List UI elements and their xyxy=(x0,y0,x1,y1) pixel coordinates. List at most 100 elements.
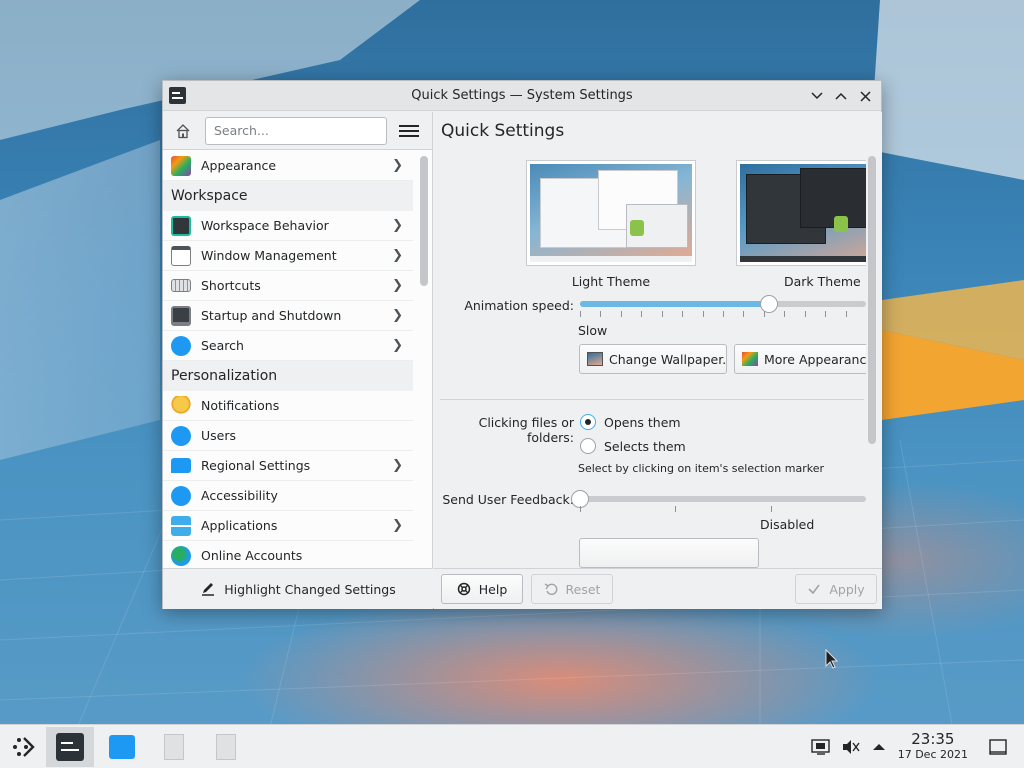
sidebar-item-applications[interactable]: Applications ❯ xyxy=(163,511,413,541)
sidebar-item-label: Workspace Behavior xyxy=(201,218,329,233)
home-icon xyxy=(176,123,190,138)
slider-tick xyxy=(620,311,622,317)
chevron-right-icon: ❯ xyxy=(392,278,403,293)
minimize-button[interactable] xyxy=(807,86,827,106)
tray-screen-icon[interactable] xyxy=(811,737,831,757)
sidebar-item-label: Accessibility xyxy=(201,488,278,503)
workspace-behavior-icon xyxy=(171,215,191,236)
sidebar-item-notifications[interactable]: Notifications xyxy=(163,391,413,421)
sidebar-category-personalization: Personalization xyxy=(163,361,413,391)
applications-grid-icon xyxy=(171,515,191,536)
show-desktop-button[interactable] xyxy=(988,737,1008,757)
chevron-up-icon xyxy=(873,744,885,750)
sidebar-item-label: Shortcuts xyxy=(201,278,261,293)
sidebar-scrollbar[interactable] xyxy=(420,156,428,286)
apply-button[interactable]: Apply xyxy=(795,574,877,604)
sidebar-item-users[interactable]: Users xyxy=(163,421,413,451)
slider-tick xyxy=(804,311,806,317)
accessibility-icon xyxy=(171,485,191,506)
shopping-bag-icon xyxy=(109,735,135,759)
close-button[interactable] xyxy=(855,86,875,106)
content-scrollbar[interactable] xyxy=(868,156,876,444)
slider-tick xyxy=(763,311,765,317)
show-desktop-icon xyxy=(989,739,1007,755)
window-management-icon xyxy=(171,245,191,266)
sidebar-category-workspace: Workspace xyxy=(163,181,413,211)
chevron-right-icon: ❯ xyxy=(392,248,403,263)
taskbar-system-settings[interactable] xyxy=(46,727,94,767)
sidebar-item-shortcuts[interactable]: Shortcuts ❯ xyxy=(163,271,413,301)
light-theme-card[interactable]: Light Theme xyxy=(526,160,696,289)
selects-them-label[interactable]: Selects them xyxy=(604,439,686,454)
hamburger-menu-button[interactable] xyxy=(399,121,419,141)
user-feedback-label: Send User Feedback: xyxy=(442,492,574,507)
tray-expand-button[interactable] xyxy=(869,737,889,757)
reset-button[interactable]: Reset xyxy=(531,574,613,604)
window-title: Quick Settings — System Settings xyxy=(411,88,633,103)
search-input[interactable] xyxy=(205,116,387,145)
system-settings-icon xyxy=(56,733,84,761)
speaker-muted-icon xyxy=(843,740,860,754)
users-icon xyxy=(171,425,191,446)
undo-icon xyxy=(544,583,557,596)
more-appearance-settings-button[interactable]: More Appearance Settings... xyxy=(734,344,866,374)
animation-speed-label: Animation speed: xyxy=(464,298,574,313)
dark-theme-preview xyxy=(740,164,866,262)
taskbar-file-1[interactable] xyxy=(150,727,198,767)
light-theme-label: Light Theme xyxy=(571,274,651,289)
sidebar-item-label: Regional Settings xyxy=(201,458,311,473)
chevron-right-icon: ❯ xyxy=(392,518,403,533)
sidebar-item-search[interactable]: Search ❯ xyxy=(163,331,413,361)
dark-theme-card[interactable]: Dark Theme xyxy=(736,160,866,289)
application-launcher-button[interactable] xyxy=(0,727,48,767)
change-wallpaper-button[interactable]: Change Wallpaper... xyxy=(579,344,727,374)
bottom-button-bar: Help Reset Apply xyxy=(434,568,882,609)
selection-hint: Select by clicking on item's selection m… xyxy=(578,462,824,475)
sidebar-item-appearance[interactable]: Appearance ❯ xyxy=(163,151,413,181)
slider-tick xyxy=(661,311,663,317)
chevron-right-icon: ❯ xyxy=(392,458,403,473)
sidebar-item-accessibility[interactable]: Accessibility xyxy=(163,481,413,511)
chevron-right-icon: ❯ xyxy=(392,338,403,353)
sidebar-item-label: Notifications xyxy=(201,398,280,413)
taskbar-file-2[interactable] xyxy=(202,727,250,767)
user-feedback-value: Disabled xyxy=(760,517,815,532)
highlight-changed-settings-button[interactable]: Highlight Changed Settings xyxy=(163,568,433,609)
sidebar-item-label: Appearance xyxy=(201,158,277,173)
tray-volume-muted-icon[interactable] xyxy=(841,737,861,757)
chevron-right-icon: ❯ xyxy=(392,218,403,233)
slider-tick xyxy=(600,311,602,317)
sidebar-item-label: Search xyxy=(201,338,244,353)
digital-clock[interactable]: 23:35 17 Dec 2021 xyxy=(898,730,968,761)
sidebar-item-workspace-behavior[interactable]: Workspace Behavior ❯ xyxy=(163,211,413,241)
sidebar-item-online-accounts[interactable]: Online Accounts xyxy=(163,541,413,569)
keyboard-icon xyxy=(171,279,191,292)
light-theme-preview xyxy=(530,164,692,262)
monitor-icon xyxy=(811,739,830,755)
opens-them-radio[interactable] xyxy=(580,414,596,430)
sidebar-list: Appearance ❯ Workspace Workspace Behavio… xyxy=(163,151,413,569)
feedback-settings-button[interactable] xyxy=(579,538,759,568)
sidebar-item-label: Users xyxy=(201,428,237,443)
sidebar-item-window-management[interactable]: Window Management ❯ xyxy=(163,241,413,271)
window-titlebar[interactable]: Quick Settings — System Settings xyxy=(163,81,881,111)
home-button[interactable] xyxy=(171,119,195,143)
user-feedback-ticks xyxy=(580,494,866,514)
selects-them-radio[interactable] xyxy=(580,438,596,454)
maximize-button[interactable] xyxy=(831,86,851,106)
globe-icon xyxy=(171,545,191,566)
monitor-icon xyxy=(171,305,191,326)
chevron-right-icon: ❯ xyxy=(392,308,403,323)
sidebar-item-label: Online Accounts xyxy=(201,548,303,563)
speech-bubble-icon xyxy=(171,458,191,473)
section-separator xyxy=(440,399,864,400)
help-button[interactable]: Help xyxy=(441,574,523,604)
bell-icon xyxy=(171,395,191,416)
content-scroll-area: Light Theme Dark Theme Animation speed: xyxy=(434,152,866,568)
opens-them-label[interactable]: Opens them xyxy=(604,415,681,430)
sidebar-item-regional-settings[interactable]: Regional Settings ❯ xyxy=(163,451,413,481)
taskbar-discover[interactable] xyxy=(98,727,146,767)
help-icon xyxy=(457,582,470,596)
sidebar-item-startup-shutdown[interactable]: Startup and Shutdown ❯ xyxy=(163,301,413,331)
system-settings-window: Quick Settings — System Settings Search.… xyxy=(162,80,882,609)
